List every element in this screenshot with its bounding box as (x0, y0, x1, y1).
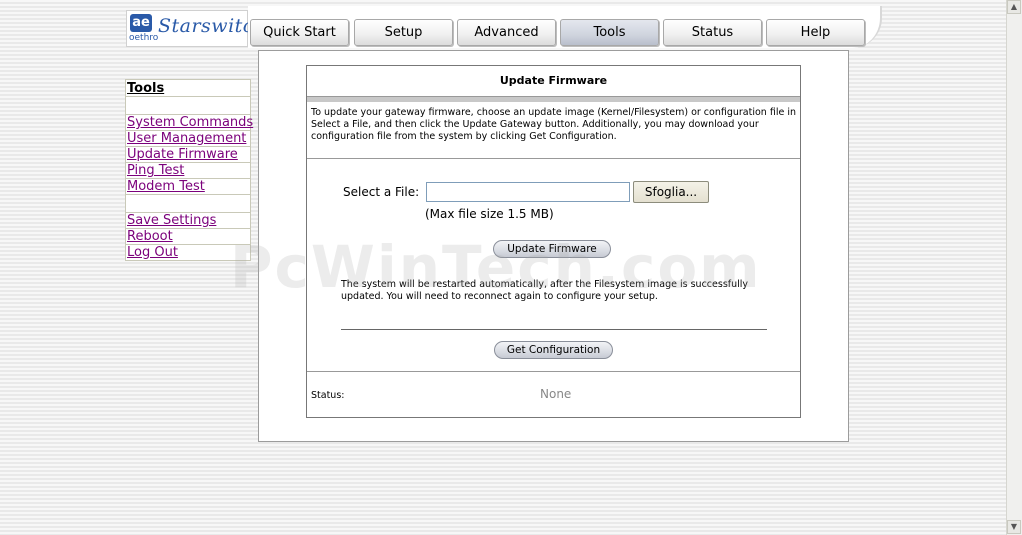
vertical-scrollbar[interactable] (1006, 0, 1022, 535)
divider (307, 158, 800, 159)
sidebar-item-save-settings[interactable]: Save Settings (125, 213, 251, 229)
divider (341, 329, 767, 330)
tab-status[interactable]: Status (663, 19, 762, 46)
status-value: None (540, 387, 572, 401)
divider (307, 96, 800, 102)
watermark: PcWinTech.com (230, 233, 762, 301)
sidebar-spacer (125, 97, 251, 115)
file-path-input[interactable] (426, 182, 630, 202)
get-configuration-button[interactable]: Get Configuration (494, 341, 613, 359)
tab-setup[interactable]: Setup (354, 19, 453, 46)
sidebar-title: Tools (125, 79, 251, 97)
scroll-up-arrow-icon[interactable]: ▲ (1007, 0, 1021, 14)
sidebar-item-user-management[interactable]: User Management (125, 131, 251, 147)
browse-button[interactable]: Sfoglia... (633, 181, 709, 203)
brand-logo: ae oethro Starswitch (126, 10, 266, 47)
divider (307, 371, 800, 372)
panel-title: Update Firmware (499, 74, 608, 87)
sidebar-item-update-firmware[interactable]: Update Firmware (125, 147, 251, 163)
sidebar-item-system-commands[interactable]: System Commands (125, 115, 253, 131)
status-label: Status: (311, 390, 345, 401)
file-label: Select a File: (343, 185, 420, 199)
sidebar-item-modem-test[interactable]: Modem Test (125, 179, 251, 195)
tab-quick-start[interactable]: Quick Start (250, 19, 349, 46)
scroll-down-arrow-icon[interactable]: ▼ (1007, 520, 1021, 534)
panel-description: To update your gateway firmware, choose … (311, 107, 796, 142)
tab-tools[interactable]: Tools (560, 19, 659, 46)
brand-mark: ae (130, 14, 152, 32)
tab-help[interactable]: Help (766, 19, 865, 46)
max-file-size-note: (Max file size 1.5 MB) (425, 207, 554, 221)
tab-advanced[interactable]: Advanced (457, 19, 556, 46)
sidebar-spacer (125, 195, 251, 213)
top-nav: Quick Start Setup Advanced Tools Status … (248, 6, 882, 48)
sidebar-item-ping-test[interactable]: Ping Test (125, 163, 251, 179)
brand-sub: oethro (129, 33, 159, 43)
